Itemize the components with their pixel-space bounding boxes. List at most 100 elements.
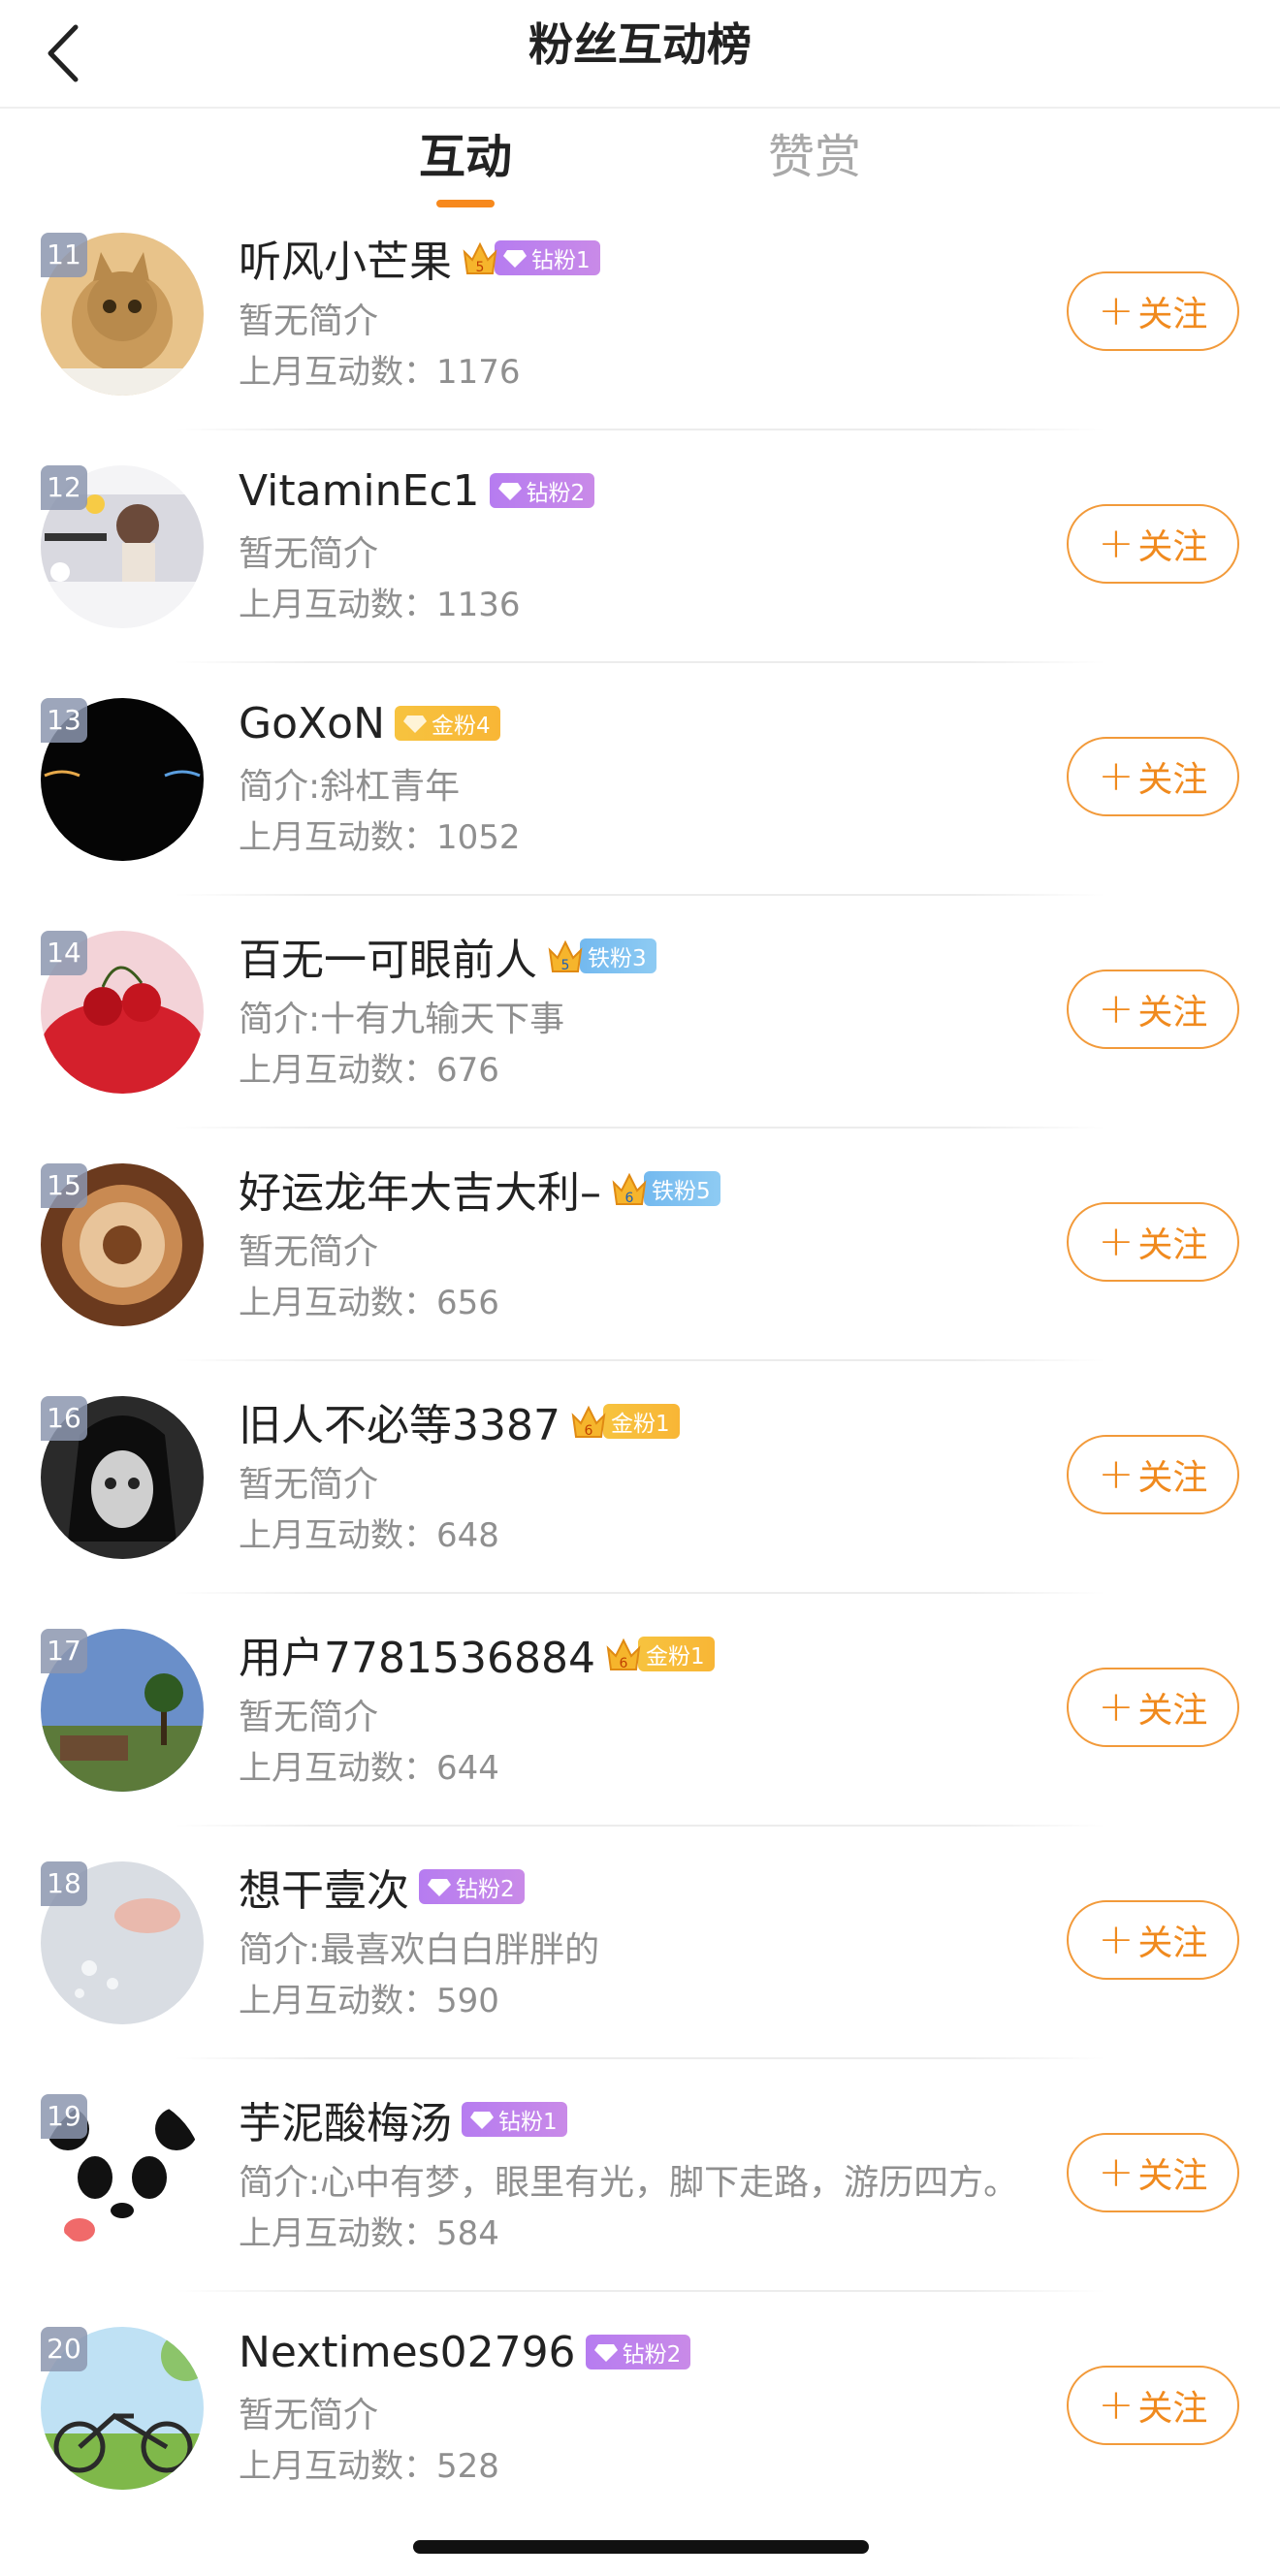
avatar[interactable]: 15	[41, 1163, 204, 1326]
badge-label: 钻粉2	[622, 2342, 682, 2368]
list-item[interactable]: 11 听风小芒果 5 钻粉1 暂无简介 上月互动数：1176 + 关注	[0, 213, 1280, 446]
interaction-count: 上月互动数：648	[239, 1516, 499, 1555]
user-name[interactable]: Nextimes02796	[239, 2328, 576, 2377]
divider	[175, 1359, 1105, 1361]
interaction-count: 上月互动数：1052	[239, 818, 521, 857]
user-name[interactable]: 想干壹次	[239, 1856, 409, 1918]
user-name[interactable]: VitaminEc1	[239, 466, 480, 516]
interaction-count: 上月互动数：590	[239, 1982, 499, 2020]
divider	[175, 894, 1105, 896]
badge-label: 金粉1	[645, 1644, 705, 1670]
fan-badge: 6 金粉1	[570, 1402, 680, 1441]
tab-bar: 互动 赞赏	[0, 109, 1280, 213]
svg-text:6: 6	[625, 1191, 634, 1206]
tab-interaction[interactable]: 互动	[368, 118, 562, 206]
fan-badge: 钻粉2	[585, 2335, 691, 2369]
list-item[interactable]: 12 VitaminEc1 钻粉2 暂无简介 上月互动数：1136 + 关注	[0, 446, 1280, 679]
avatar[interactable]: 14	[41, 931, 204, 1094]
fan-badge: 5 钻粉1	[462, 239, 600, 277]
plus-icon: +	[1098, 1915, 1135, 1964]
svg-text:6: 6	[585, 1423, 593, 1439]
interaction-count: 上月互动数：676	[239, 1051, 499, 1090]
interaction-count: 上月互动数：1136	[239, 586, 521, 624]
user-bio: 简介:心中有梦，眼里有光，脚下走路，游历四方。	[239, 2163, 1019, 2203]
avatar[interactable]: 12	[41, 465, 204, 628]
crown-icon: 5	[547, 937, 584, 975]
divider	[175, 429, 1105, 430]
fan-badge: 5 铁粉3	[547, 937, 656, 975]
gem-icon	[593, 2344, 618, 2362]
list-item[interactable]: 19 芋泥酸梅汤 钻粉1 简介:心中有梦，眼里有光，脚下走路，游历四方。 上月互…	[0, 2075, 1280, 2307]
divider	[175, 2290, 1105, 2292]
list-item[interactable]: 18 想干壹次 钻粉2 简介:最喜欢白白胖胖的 上月互动数：590 + 关注	[0, 1842, 1280, 2075]
interaction-count: 上月互动数：1176	[239, 353, 521, 392]
crown-icon: 5	[462, 239, 498, 277]
tab-reward[interactable]: 赞赏	[718, 118, 912, 206]
badge-label: 铁粉3	[588, 946, 647, 971]
list-item[interactable]: 20 Nextimes02796 钻粉2 暂无简介 上月互动数：528 + 关注	[0, 2307, 1280, 2540]
user-name[interactable]: 百无一可眼前人	[239, 925, 537, 987]
avatar[interactable]: 19	[41, 2094, 204, 2257]
avatar[interactable]: 11	[41, 233, 204, 396]
divider	[175, 1127, 1105, 1129]
follow-button[interactable]: + 关注	[1067, 504, 1239, 584]
rank-badge: 13	[41, 698, 87, 743]
follow-button[interactable]: + 关注	[1067, 1668, 1239, 1747]
fan-badge: 钻粉2	[489, 473, 595, 508]
interaction-count: 上月互动数：656	[239, 1284, 499, 1322]
crown-icon: 6	[611, 1169, 648, 1208]
user-name[interactable]: 听风小芒果	[239, 227, 452, 289]
list-item[interactable]: 17 用户7781536884 6 金粉1 暂无简介 上月互动数：644 + 关注	[0, 1609, 1280, 1842]
gem-icon	[497, 483, 522, 500]
follow-button[interactable]: + 关注	[1067, 1900, 1239, 1980]
badge-label: 铁粉5	[652, 1179, 711, 1204]
badge-label: 钻粉1	[498, 2110, 558, 2135]
divider	[175, 661, 1105, 663]
avatar[interactable]: 16	[41, 1396, 204, 1559]
user-name[interactable]: 旧人不必等3387	[239, 1390, 560, 1452]
fan-badge: 6 铁粉5	[611, 1169, 720, 1208]
gem-icon	[403, 716, 427, 733]
svg-text:5: 5	[476, 260, 485, 275]
list-item[interactable]: 13 GoXoN 金粉4 简介:斜杠青年 上月互动数：1052 + 关注	[0, 679, 1280, 911]
plus-icon: +	[1098, 2147, 1135, 2197]
follow-button[interactable]: + 关注	[1067, 970, 1239, 1049]
active-tab-indicator	[436, 200, 495, 207]
fan-badge: 6 金粉1	[605, 1635, 715, 1673]
badge-label: 金粉1	[610, 1412, 670, 1437]
svg-text:6: 6	[619, 1656, 627, 1671]
list-item[interactable]: 16 旧人不必等3387 6 金粉1 暂无简介 上月互动数：648 + 关注	[0, 1377, 1280, 1609]
avatar[interactable]: 18	[41, 1861, 204, 2024]
follow-button[interactable]: + 关注	[1067, 1435, 1239, 1514]
user-bio: 暂无简介	[239, 1232, 379, 1272]
avatar[interactable]: 17	[41, 1629, 204, 1792]
user-bio: 暂无简介	[239, 534, 379, 574]
divider	[175, 1825, 1105, 1827]
follow-button[interactable]: + 关注	[1067, 271, 1239, 351]
follow-button[interactable]: + 关注	[1067, 737, 1239, 816]
follow-button[interactable]: + 关注	[1067, 1202, 1239, 1282]
plus-icon: +	[1098, 1682, 1135, 1732]
rank-badge: 16	[41, 1396, 87, 1441]
avatar[interactable]: 20	[41, 2327, 204, 2490]
gem-icon	[428, 1879, 451, 1896]
user-bio: 暂无简介	[239, 1698, 379, 1737]
user-bio: 简介:十有九输天下事	[239, 1000, 565, 1039]
badge-label: 钻粉1	[531, 248, 591, 273]
user-bio: 暂无简介	[239, 302, 379, 341]
interaction-count: 上月互动数：644	[239, 1749, 499, 1788]
fan-badge: 金粉4	[395, 706, 500, 741]
user-name[interactable]: 芋泥酸梅汤	[239, 2088, 452, 2150]
user-name[interactable]: 好运龙年大吉大利–	[239, 1158, 601, 1220]
rank-badge: 18	[41, 1861, 87, 1906]
follow-button[interactable]: + 关注	[1067, 2133, 1239, 2212]
avatar[interactable]: 13	[41, 698, 204, 861]
user-bio: 简介:斜杠青年	[239, 767, 461, 807]
follow-button[interactable]: + 关注	[1067, 2366, 1239, 2445]
user-bio: 暂无简介	[239, 2396, 379, 2435]
user-name[interactable]: 用户7781536884	[239, 1623, 595, 1685]
user-name[interactable]: GoXoN	[239, 699, 385, 748]
list-item[interactable]: 15 好运龙年大吉大利– 6 铁粉5 暂无简介 上月互动数：656 + 关注	[0, 1144, 1280, 1377]
plus-icon: +	[1098, 1217, 1135, 1266]
list-item[interactable]: 14 百无一可眼前人 5 铁粉3 简介:十有九输天下事 上月互动数：676 + 关…	[0, 911, 1280, 1144]
